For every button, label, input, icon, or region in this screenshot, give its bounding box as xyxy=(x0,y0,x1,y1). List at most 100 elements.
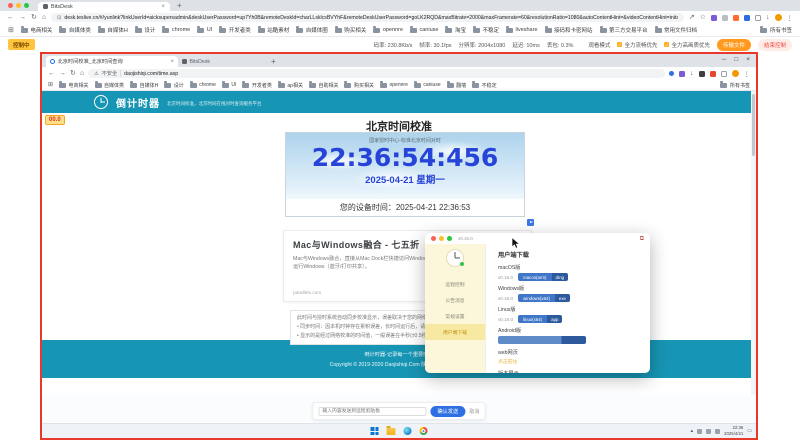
bookmark-folder[interactable]: 不稳定 xyxy=(473,26,499,34)
extension-icon[interactable] xyxy=(679,71,685,77)
ad-domain[interactable]: parallels.com xyxy=(293,291,321,296)
home-icon[interactable]: ⌂ xyxy=(80,70,84,77)
menu-item-remote-control[interactable]: 远程控制 xyxy=(425,276,485,292)
page-scrollbar[interactable] xyxy=(751,91,756,395)
profile-avatar[interactable] xyxy=(732,70,739,77)
file-explorer-icon[interactable] xyxy=(387,428,396,435)
bookmark-folder[interactable]: caniuse xyxy=(414,82,441,88)
menu-item-downloads[interactable]: 用户端下载 xyxy=(425,324,485,340)
bookmark-folder[interactable]: 自助相关 xyxy=(309,82,339,89)
forward-icon[interactable]: → xyxy=(19,14,26,21)
web-link[interactable]: 点击前往 xyxy=(498,358,640,365)
download-icon[interactable]: ↓ xyxy=(766,14,770,21)
bookmark-folder[interactable]: 站酷素材 xyxy=(258,26,290,34)
apps-icon[interactable]: ⊞ xyxy=(8,27,14,34)
extension-icon[interactable] xyxy=(699,71,705,77)
bookmark-folder[interactable]: 购买相关 xyxy=(335,26,367,34)
open-external-icon[interactable]: ⧉ xyxy=(640,236,644,242)
apps-icon[interactable]: ⊞ xyxy=(48,82,53,88)
mode-checkbox[interactable]: ✓全力高画质优先 xyxy=(664,41,710,49)
download-button[interactable]: macos(arm)dmg xyxy=(518,273,568,281)
site-title[interactable]: 倒计时器 xyxy=(116,95,160,110)
bookmark-star-icon[interactable]: ☆ xyxy=(700,14,706,21)
inner-tab-active[interactable]: 北京时间校准_北京时间查询 × xyxy=(46,56,178,67)
scrollbar-thumb[interactable] xyxy=(752,94,755,156)
bookmark-folder[interactable]: 开发者类 xyxy=(219,26,251,34)
bookmark-folder[interactable]: chrome xyxy=(190,82,216,88)
fullscreen-window-icon[interactable] xyxy=(24,3,29,8)
tray-expand-icon[interactable]: ▴ xyxy=(691,429,694,434)
remote-desktop-viewport[interactable]: 北京时间校准_北京时间查询 × BitsDesk + ─ □ × ← → ↻ ⌂… xyxy=(40,52,758,440)
close-window-icon[interactable] xyxy=(8,3,13,8)
menu-item-announcements[interactable]: 公告消息 xyxy=(425,292,485,308)
new-tab-icon[interactable]: + xyxy=(271,58,276,66)
bookmark-folder[interactable]: opennre xyxy=(380,82,408,88)
bookmark-folder[interactable]: 淘宝 xyxy=(445,26,466,34)
bookmark-folder[interactable]: 不稳定 xyxy=(472,82,497,89)
extension-icon[interactable] xyxy=(755,15,761,21)
volume-icon[interactable] xyxy=(706,429,711,434)
download-icon[interactable]: ↓ xyxy=(690,70,694,77)
bookmark-folder[interactable]: 自媒体圈 xyxy=(296,26,328,34)
notification-icon[interactable]: ▭ xyxy=(747,429,752,434)
reload-icon[interactable]: ↻ xyxy=(31,14,37,21)
bookmark-folder[interactable]: 自媒体H xyxy=(130,82,158,89)
share-icon[interactable]: ↗ xyxy=(689,14,695,21)
bookmark-folder[interactable]: 翻墙 xyxy=(447,82,467,89)
minimize-icon[interactable]: ─ xyxy=(722,56,727,63)
download-popup-window[interactable]: v0.16.0 ⧉ 远程控制 公告消息 常规设置 用户端下载 用户端下载 xyxy=(425,233,650,373)
inner-url-field[interactable]: ⚠ 不安全 daojishiqi.com/time.asp xyxy=(88,69,665,78)
reload-icon[interactable]: ↻ xyxy=(70,70,76,77)
all-bookmarks[interactable]: 所有书签 xyxy=(760,26,792,34)
bookmark-folder[interactable]: 电商相关 xyxy=(59,82,89,89)
close-tab-icon[interactable]: × xyxy=(170,59,174,65)
forward-icon[interactable]: → xyxy=(59,70,66,77)
new-tab-icon[interactable]: + xyxy=(177,2,182,10)
fullscreen-window-icon[interactable] xyxy=(447,236,452,241)
security-label[interactable]: 不安全 xyxy=(102,70,122,77)
bookmark-folder[interactable]: 开发者类 xyxy=(242,82,272,89)
extension-icon[interactable] xyxy=(710,71,716,77)
extension-icon[interactable] xyxy=(733,15,739,21)
bookmark-folder[interactable]: 电商相关 xyxy=(21,26,53,34)
send-text-input[interactable] xyxy=(318,407,426,416)
bookmark-folder[interactable]: opennre xyxy=(373,27,403,33)
android-download-button[interactable] xyxy=(498,336,586,344)
kebab-menu-icon[interactable]: ⋮ xyxy=(787,14,794,22)
transfer-file-button[interactable]: 传输文件 xyxy=(717,39,751,51)
session-badge[interactable]: 控制中 xyxy=(8,39,35,50)
back-icon[interactable]: ← xyxy=(7,14,14,21)
close-icon[interactable]: × xyxy=(746,56,750,63)
bookmark-folder[interactable]: UI xyxy=(197,27,212,33)
home-icon[interactable]: ⌂ xyxy=(42,14,46,21)
site-settings-icon[interactable]: ⊡ xyxy=(57,15,61,21)
maximize-icon[interactable]: □ xyxy=(734,56,738,63)
bookmark-folder[interactable]: 自媒体类 xyxy=(95,82,125,89)
minimize-window-icon[interactable] xyxy=(439,236,444,241)
bookmark-folder[interactable]: 第三方交易平台 xyxy=(600,26,648,34)
bookmark-folder[interactable]: ap相关 xyxy=(278,82,303,89)
mode-checkbox[interactable]: ✓全力流畅优先 xyxy=(617,41,657,49)
windows-start-icon[interactable] xyxy=(371,427,379,435)
all-bookmarks[interactable]: 所有书签 xyxy=(720,82,750,89)
kebab-menu-icon[interactable]: ⋮ xyxy=(744,70,751,78)
bookmark-folder[interactable]: 接码和卡密网站 xyxy=(545,26,593,34)
bookmark-folder[interactable]: 购买相关 xyxy=(344,82,374,89)
network-icon[interactable] xyxy=(697,429,702,434)
close-window-icon[interactable] xyxy=(431,236,436,241)
download-button[interactable]: windows(x64)exe xyxy=(518,294,570,302)
bookmark-folder[interactable]: chrome xyxy=(162,27,190,33)
bookmark-folder[interactable]: UI xyxy=(222,82,237,88)
outer-url-field[interactable]: ⊡ desk.teslive.cn/#/yunlink?linkUserId=a… xyxy=(51,13,684,22)
extension-icon[interactable] xyxy=(721,71,727,77)
extension-icon[interactable] xyxy=(744,15,750,21)
outer-browser-tab[interactable]: BitsDesk × xyxy=(38,2,170,11)
extension-puzzle-icon[interactable] xyxy=(711,15,717,21)
bookmark-folder[interactable]: 常用文件归档 xyxy=(655,26,698,34)
menu-item-settings[interactable]: 常规设置 xyxy=(425,308,485,324)
profile-avatar[interactable] xyxy=(775,14,782,21)
end-control-button[interactable]: 结束控制 xyxy=(758,39,792,51)
bookmark-folder[interactable]: caniuse xyxy=(410,27,438,33)
bookmark-folder[interactable]: 自媒体H xyxy=(98,26,128,34)
chrome-browser-icon[interactable] xyxy=(420,427,428,435)
